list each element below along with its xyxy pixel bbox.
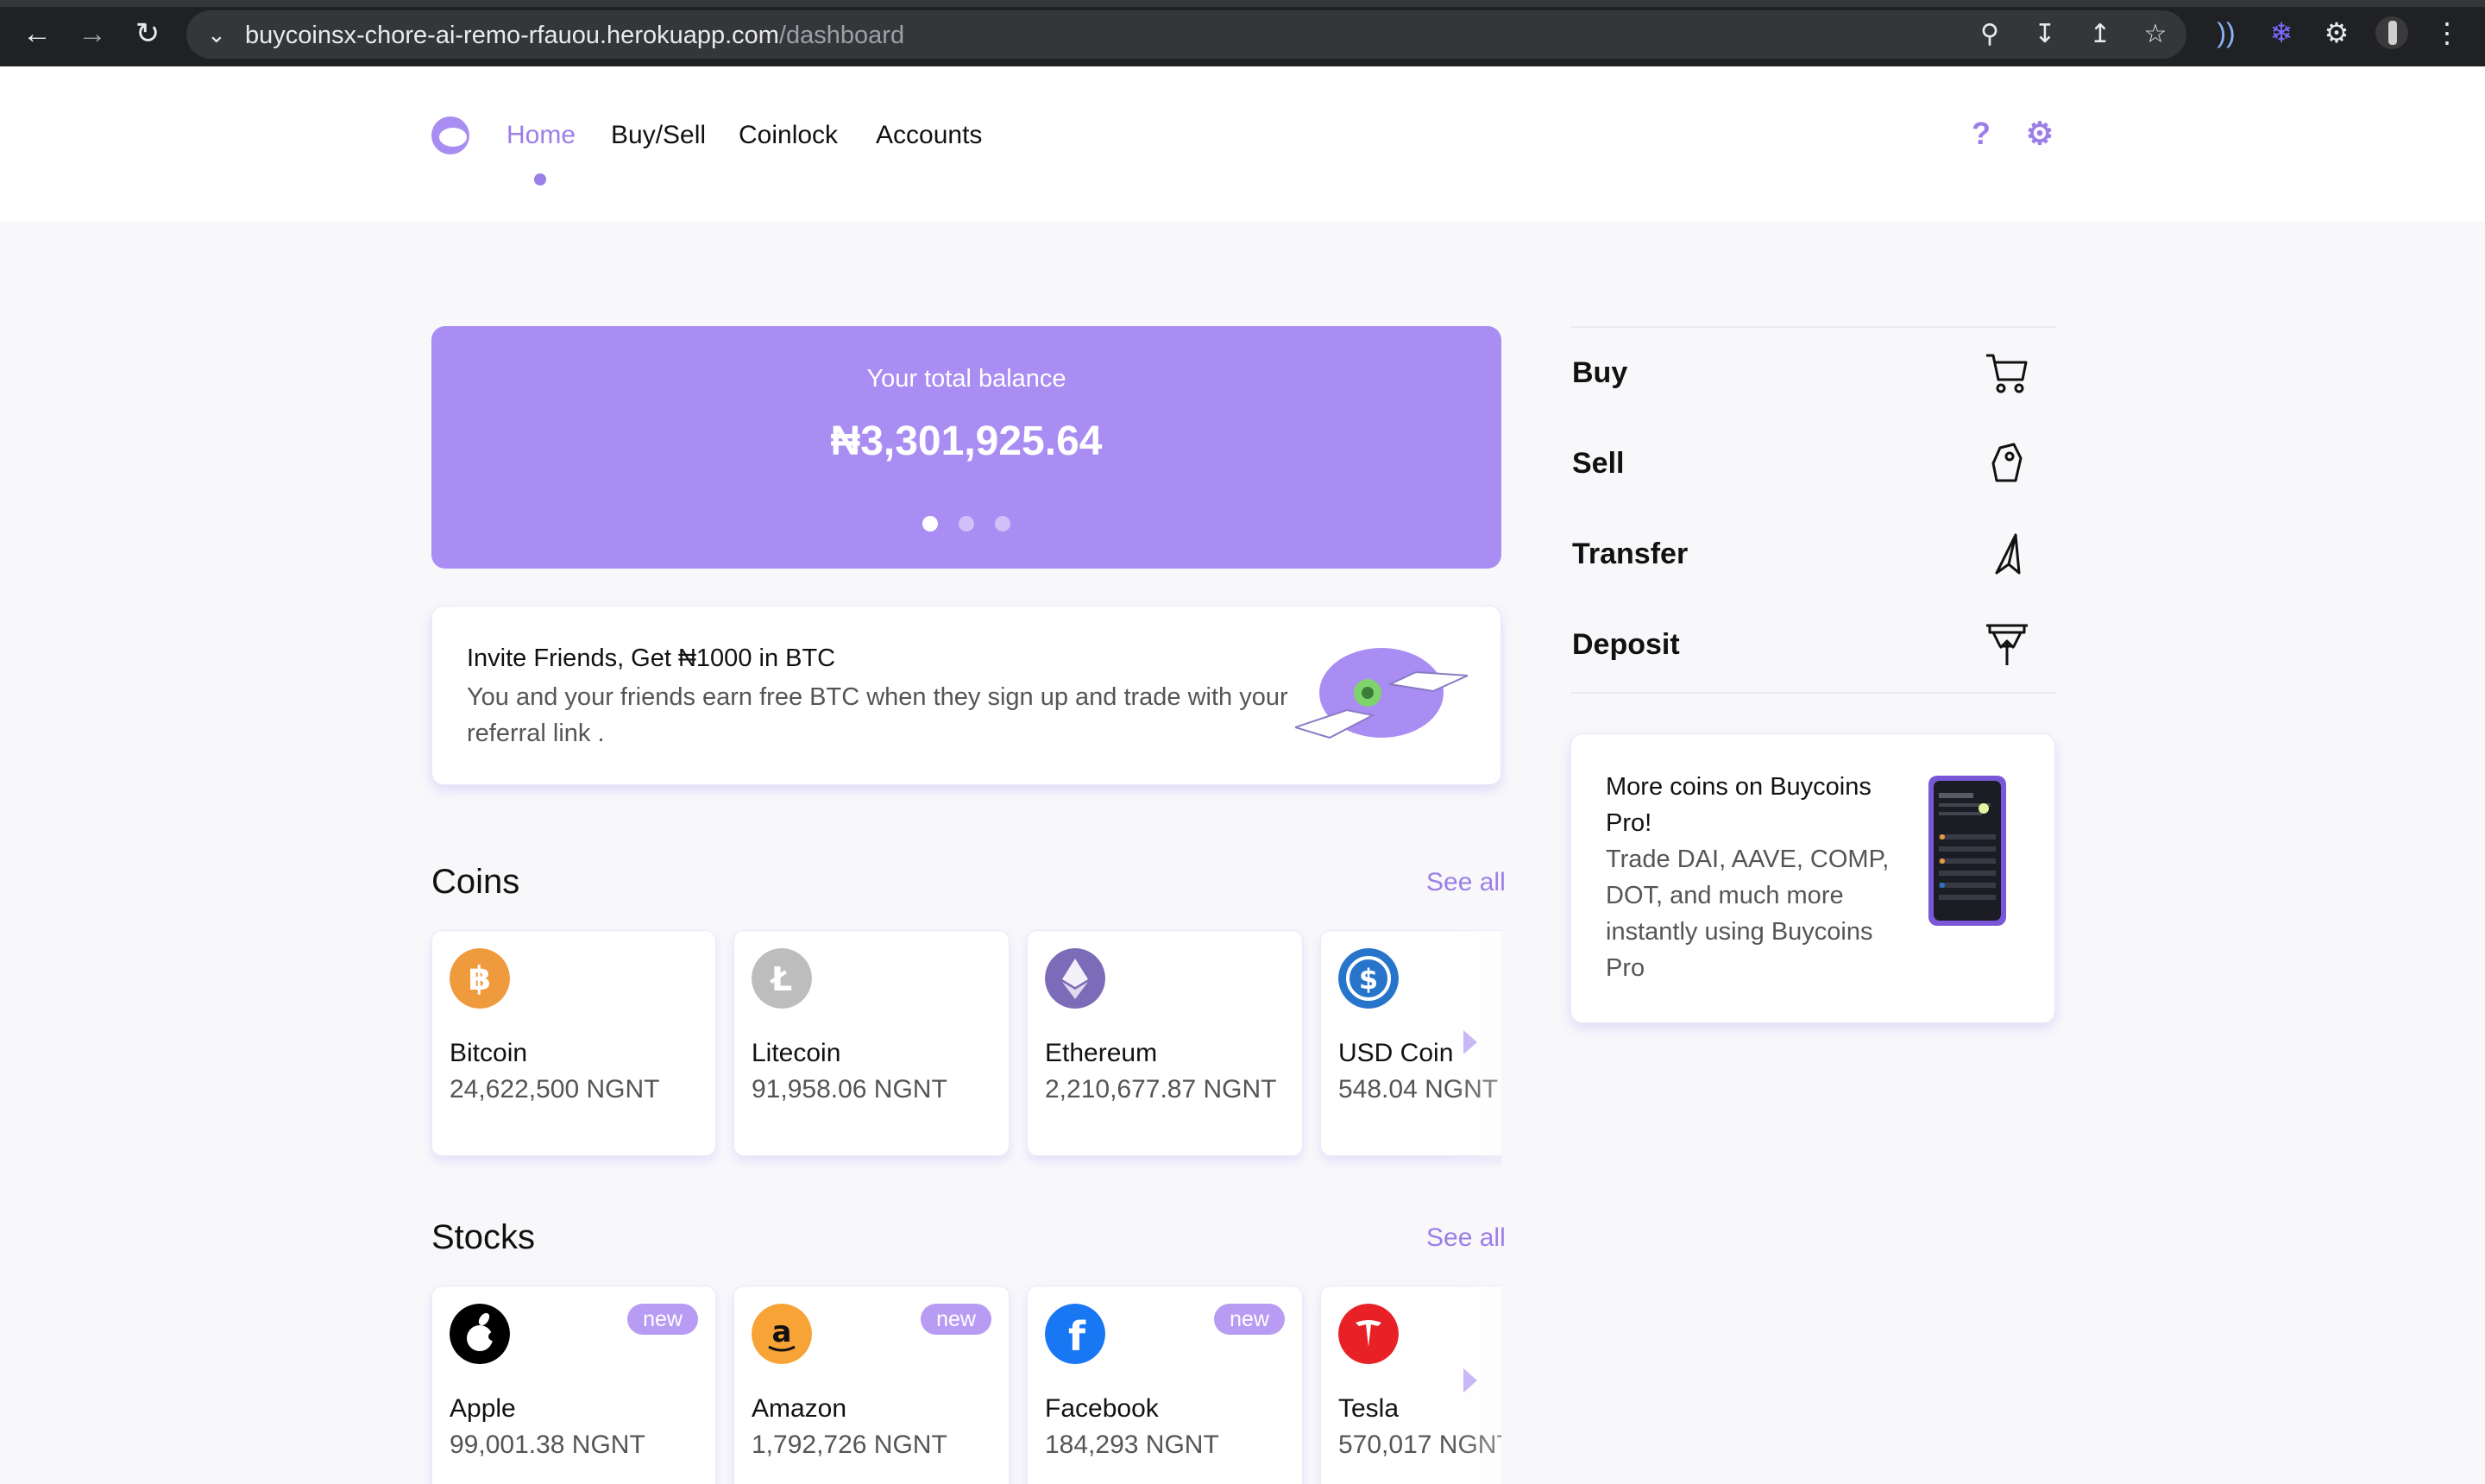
balance-label: Your total balance xyxy=(866,365,1066,393)
facebook-icon: f xyxy=(1045,1304,1105,1364)
stock-card-amazon[interactable]: a new Amazon 1,792,726 NGNT xyxy=(733,1286,1010,1484)
action-label: Buy xyxy=(1572,356,1628,389)
more-menu-icon[interactable]: ⋮ xyxy=(2430,16,2464,50)
coin-name: Bitcoin xyxy=(450,1039,528,1067)
bitcoin-icon: ฿ xyxy=(450,948,510,1009)
coin-price: 2,210,677.87 NGNT xyxy=(1045,1075,1277,1104)
apple-icon xyxy=(450,1304,510,1364)
coin-price: 91,958.06 NGNT xyxy=(752,1075,947,1104)
tag-icon xyxy=(1991,443,2023,482)
browser-toolbar: ← → ↻ ⌄ buycoinsx-chore-ai-remo-rfauou.h… xyxy=(0,0,2485,66)
invite-description: You and your friends earn free BTC when … xyxy=(467,683,1288,747)
install-icon[interactable]: ↧ xyxy=(2029,19,2060,50)
action-transfer[interactable]: Transfer xyxy=(1570,519,2055,588)
action-buy[interactable]: Buy xyxy=(1570,338,2055,407)
phone-illustration xyxy=(1928,776,2006,926)
stocks-section-title: Stocks xyxy=(431,1218,536,1256)
svg-text:$: $ xyxy=(1359,963,1378,996)
key-icon[interactable]: ⚲ xyxy=(1974,19,2005,50)
share-icon[interactable]: ↥ xyxy=(2085,19,2116,50)
stock-card-apple[interactable]: new Apple 99,001.38 NGNT xyxy=(431,1286,716,1484)
pro-description: Trade DAI, AAVE, COMP, DOT, and much mor… xyxy=(1606,846,1890,982)
nav-coinlock[interactable]: Coinlock xyxy=(739,120,838,151)
stock-name: Tesla xyxy=(1338,1394,1400,1423)
deposit-icon xyxy=(1986,624,2028,665)
star-icon[interactable]: ☆ xyxy=(2140,19,2171,50)
carousel-dot-1[interactable] xyxy=(922,516,938,531)
nav-home[interactable]: Home xyxy=(506,120,576,151)
coin-name: USD Coin xyxy=(1338,1039,1454,1067)
action-deposit[interactable]: Deposit xyxy=(1570,610,2055,679)
quick-actions-list: Buy Sell Transfer Deposit xyxy=(1570,326,2055,694)
stock-price: 99,001.38 NGNT xyxy=(450,1431,645,1459)
avatar[interactable] xyxy=(2375,16,2409,50)
coins-section-title: Coins xyxy=(431,863,520,901)
amazon-icon: a xyxy=(752,1304,812,1364)
new-badge: new xyxy=(921,1304,991,1335)
svg-text:f: f xyxy=(1068,1313,1086,1360)
invite-friends-card[interactable]: Invite Friends, Get ₦1000 in BTC You and… xyxy=(431,606,1501,785)
stock-card-facebook[interactable]: f new Facebook 184,293 NGNT xyxy=(1027,1286,1303,1484)
buycoins-logo[interactable] xyxy=(430,115,471,156)
carousel-dot-2[interactable] xyxy=(959,516,974,531)
action-sell[interactable]: Sell xyxy=(1570,429,2055,498)
back-icon[interactable]: ← xyxy=(21,17,53,50)
svg-text:a: a xyxy=(772,1315,792,1349)
extension-sound-icon[interactable]: )) xyxy=(2209,16,2243,50)
stock-name: Amazon xyxy=(752,1394,847,1423)
action-label: Sell xyxy=(1572,447,1625,480)
coin-name: Ethereum xyxy=(1045,1039,1158,1067)
carousel-dot-3[interactable] xyxy=(995,516,1011,531)
settings-gear-icon[interactable]: ⚙ xyxy=(2023,116,2057,151)
app-header: Home Buy/Sell Coinlock Accounts ? ⚙ xyxy=(0,66,2485,222)
chevron-down-icon[interactable]: ⌄ xyxy=(207,17,226,52)
new-badge: new xyxy=(1214,1304,1285,1335)
litecoin-icon: Ł xyxy=(752,948,812,1009)
balance-card[interactable]: Your total balance ₦3,301,925.64 xyxy=(431,326,1501,569)
stock-price: 184,293 NGNT xyxy=(1045,1431,1219,1459)
forward-icon[interactable]: → xyxy=(76,17,109,50)
extension-snowflake-icon[interactable]: ❄ xyxy=(2264,16,2299,50)
address-bar[interactable]: ⌄ buycoinsx-chore-ai-remo-rfauou.herokua… xyxy=(186,10,2186,59)
svg-text:Ł: Ł xyxy=(770,960,792,998)
tesla-icon xyxy=(1338,1304,1399,1364)
stocks-clip xyxy=(1501,1277,2485,1484)
coin-price: 24,622,500 NGNT xyxy=(450,1075,660,1104)
coin-name: Litecoin xyxy=(752,1039,841,1067)
cart-icon xyxy=(1986,354,2028,393)
reload-icon[interactable]: ↻ xyxy=(131,17,164,50)
carousel-dots xyxy=(431,516,1501,536)
send-icon xyxy=(1995,533,2021,575)
ethereum-icon xyxy=(1045,948,1105,1009)
stock-name: Facebook xyxy=(1045,1394,1159,1423)
svg-text:฿: ฿ xyxy=(469,959,491,997)
puzzle-icon[interactable]: ⚙ xyxy=(2319,16,2354,50)
stocks-scroll-right-icon[interactable] xyxy=(1463,1368,1477,1393)
stock-name: Apple xyxy=(450,1394,516,1423)
tab-strip xyxy=(0,0,2485,7)
coin-card-litecoin[interactable]: Ł Litecoin 91,958.06 NGNT xyxy=(733,930,1010,1156)
stock-price: 1,792,726 NGNT xyxy=(752,1431,947,1459)
usdc-icon: $ xyxy=(1338,948,1399,1009)
coin-card-bitcoin[interactable]: ฿ Bitcoin 24,622,500 NGNT xyxy=(431,930,716,1156)
new-badge: new xyxy=(627,1304,698,1335)
handshake-illustration xyxy=(1295,648,1468,739)
coins-scroll-right-icon[interactable] xyxy=(1463,1030,1477,1054)
stocks-see-all-link[interactable]: See all xyxy=(1426,1223,1506,1254)
buycoins-pro-card[interactable]: More coins on Buycoins Pro! Trade DAI, A… xyxy=(1570,733,2055,1023)
action-label: Transfer xyxy=(1572,538,1689,570)
balance-amount: ₦3,301,925.64 xyxy=(830,418,1103,464)
nav-buy-sell[interactable]: Buy/Sell xyxy=(611,120,706,151)
nav-accounts[interactable]: Accounts xyxy=(876,120,982,151)
active-nav-indicator xyxy=(534,173,546,186)
pro-title: More coins on Buycoins Pro! xyxy=(1606,773,1872,837)
coins-see-all-link[interactable]: See all xyxy=(1426,867,1506,898)
coin-card-ethereum[interactable]: Ethereum 2,210,677.87 NGNT xyxy=(1027,930,1303,1156)
action-label: Deposit xyxy=(1572,628,1680,661)
invite-title: Invite Friends, Get ₦1000 in BTC xyxy=(467,645,836,672)
url-text[interactable]: buycoinsx-chore-ai-remo-rfauou.herokuapp… xyxy=(245,19,904,52)
help-icon[interactable]: ? xyxy=(1964,116,1998,151)
